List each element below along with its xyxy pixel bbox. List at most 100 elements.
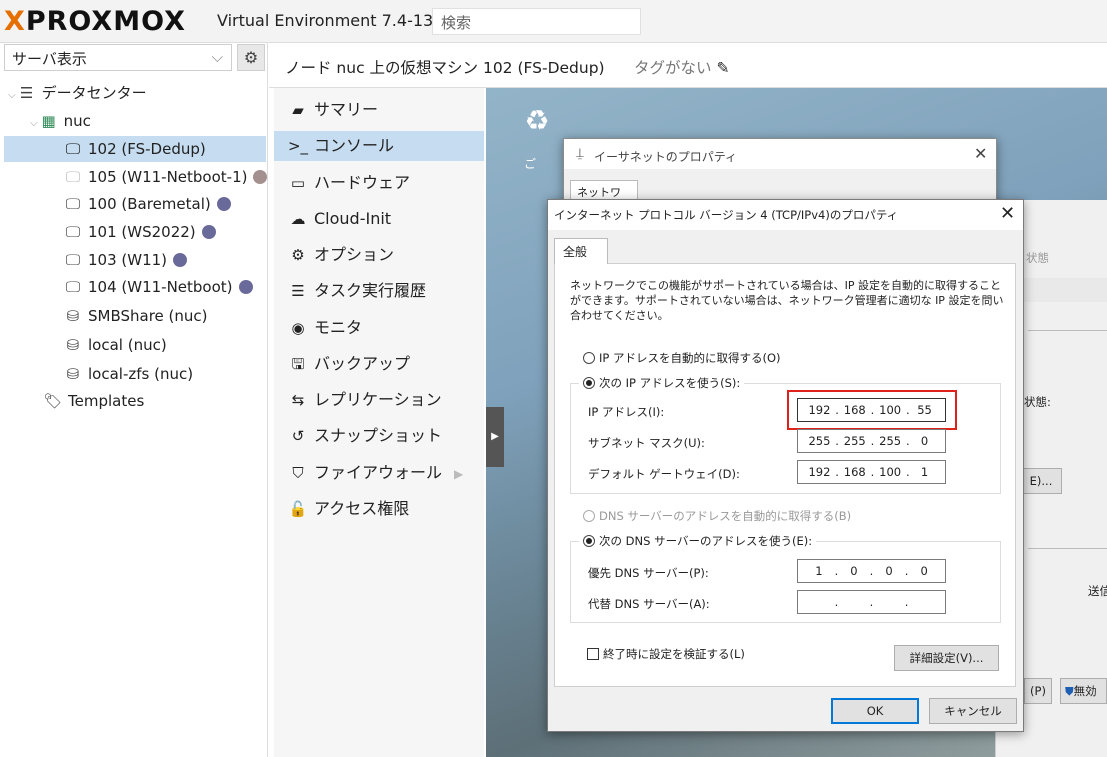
advanced-button[interactable]: 詳細設定(V)... (894, 645, 999, 671)
menu-item-task-history[interactable]: ☰ タスク実行履歴 (274, 276, 484, 306)
vm-stopped-icon: 🖵 (65, 223, 81, 241)
tag-dot (238, 280, 253, 294)
storage-icon: ⛁ (66, 365, 80, 383)
proxmox-logo: XPROXMOX (4, 6, 186, 37)
desktop-icon-label: ご (524, 157, 537, 171)
tags-icon: 🏷 (43, 392, 63, 410)
menu-item-summary[interactable]: ▰ サマリー (274, 95, 484, 125)
preferred-dns-field[interactable]: 1.0.0.0 (797, 559, 946, 583)
vm-stopped-icon: 🖵 (65, 195, 81, 213)
tree-item-vm-103[interactable]: 🖵 103 (W11) (62, 247, 266, 273)
radio-auto-ip[interactable]: IP アドレスを自動的に取得する(O) (583, 350, 781, 366)
tree-item-templates[interactable]: 🏷 Templates (42, 388, 266, 414)
history-icon: ↺ (291, 427, 305, 445)
tree-item-storage-local-zfs[interactable]: ⛁ local-zfs (nuc) (62, 361, 266, 387)
ip-address-label: IP アドレス(I): (588, 405, 665, 419)
tree-item-datacenter[interactable]: ⌵ ☰ データセンター (8, 80, 266, 106)
chevron-down-icon: ⌵ (211, 48, 223, 66)
disable-button[interactable]: ⛊無効 (1060, 678, 1107, 704)
subnet-mask-field[interactable]: 255. 255. 255. 0 (797, 429, 946, 453)
vm-stopped-icon: 🖵 (65, 278, 81, 296)
status-label: 状態 (1026, 251, 1049, 265)
details-button[interactable]: E)... (1020, 468, 1062, 494)
menu-item-snapshots[interactable]: ↺ スナップショット (274, 421, 484, 451)
ethernet-window-title: イーサネットのプロパティ (594, 150, 738, 164)
menu-item-cloud-init[interactable]: ☁ Cloud-Init (274, 204, 484, 234)
status-label: 状態: (1024, 395, 1051, 409)
terminal-icon: >_ (287, 137, 309, 155)
search-input[interactable]: 検索 (432, 8, 641, 35)
node-online-icon: ▦ (41, 112, 56, 130)
divider (1028, 330, 1107, 331)
gateway-field[interactable]: 192. 168. 100. 1 (797, 460, 946, 484)
menu-item-monitor[interactable]: ◉ モニタ (274, 313, 484, 343)
network-adapter-icon: ⍊ (576, 146, 584, 161)
close-icon[interactable]: ✕ (974, 144, 987, 163)
cloud-icon: ☁ (290, 210, 306, 228)
radio-manual-ip[interactable]: 次の IP アドレスを使う(S): (579, 375, 745, 391)
menu-item-console[interactable]: >_ コンソール (274, 131, 484, 161)
intro-text: ネットワークでこの機能がサポートされている場合は、IP 設定を自動的に取得するこ… (570, 279, 1004, 322)
gear-icon: ⚙ (291, 246, 305, 264)
retweet-icon: ⇆ (291, 391, 305, 409)
vm-running-icon: 🖵 (65, 140, 81, 158)
menu-item-hardware[interactable]: ▭ ハードウェア (274, 168, 484, 198)
pencil-icon[interactable]: ✎ (712, 59, 729, 77)
shield-icon: ⛉ (292, 464, 304, 482)
subnet-mask-label: サブネット マスク(U): (588, 436, 705, 450)
recycle-bin-icon[interactable]: ♻ (517, 104, 557, 150)
tags-field[interactable]: タグがない ✎ (634, 56, 729, 78)
tree-item-storage-smbshare[interactable]: ⛁ SMBShare (nuc) (62, 303, 266, 329)
ok-button[interactable]: OK (831, 698, 919, 724)
menu-item-firewall[interactable]: ⛉ ファイアウォール ▶ (274, 458, 484, 488)
tree-item-vm-102[interactable]: 🖵 102 (FS-Dedup) (4, 136, 266, 162)
menu-item-replication[interactable]: ⇆ レプリケーション (274, 385, 484, 415)
view-select[interactable]: サーバ表示 ⌵ (4, 44, 232, 71)
alternate-dns-label: 代替 DNS サーバー(A): (588, 597, 710, 611)
radio-manual-dns[interactable]: 次の DNS サーバーのアドレスを使う(E): (579, 533, 817, 549)
tag-dot (216, 197, 231, 211)
tag-dot (173, 253, 188, 267)
tree-item-node-nuc[interactable]: ⌵ ▦ nuc (30, 108, 266, 134)
tab-general[interactable]: 全般 (554, 238, 608, 264)
chevron-right-icon: ▶ (454, 467, 464, 481)
status-bar-behind (1024, 278, 1107, 302)
highlight-box (787, 390, 957, 430)
radio-auto-dns: DNS サーバーのアドレスを自動的に取得する(B) (583, 508, 851, 524)
alternate-dns-field[interactable]: ... (797, 590, 946, 614)
tree-item-vm-100[interactable]: 🖵 100 (Baremetal) (62, 191, 266, 217)
tree-item-vm-101[interactable]: 🖵 101 (WS2022) (62, 219, 266, 245)
gear-icon[interactable]: ⚙ (237, 44, 265, 71)
console-sidebar-toggle[interactable]: ▶ (486, 407, 504, 467)
desktop-icon: ▭ (290, 174, 306, 192)
preferred-dns-label: 優先 DNS サーバー(P): (588, 566, 709, 580)
cancel-button[interactable]: キャンセル (929, 698, 1017, 724)
tree-item-vm-104[interactable]: 🖵 104 (W11-Netboot) (62, 274, 266, 300)
uac-shield-icon: ⛊ (1065, 684, 1074, 698)
version-label: Virtual Environment 7.4-13 (217, 11, 434, 30)
divider (1028, 548, 1107, 549)
book-icon: ▰ (292, 101, 304, 119)
tree-item-vm-105[interactable]: 🖵 105 (W11-Netboot-1) (62, 164, 268, 190)
gateway-label: デフォルト ゲートウェイ(D): (588, 467, 740, 481)
menu-item-options[interactable]: ⚙ オプション (274, 240, 484, 270)
sent-label: 送信 (1088, 584, 1107, 598)
menu-item-permissions[interactable]: 🔓 アクセス権限 (274, 494, 484, 524)
tree-item-storage-local[interactable]: ⛁ local (nuc) (62, 332, 266, 358)
floppy-icon: 🖫 (291, 355, 305, 373)
close-icon[interactable]: ✕ (1000, 203, 1015, 224)
storage-icon: ⛁ (66, 307, 80, 325)
dialog-title: インターネット プロトコル バージョン 4 (TCP/IPv4)のプロパティ (554, 208, 899, 222)
unlock-icon: 🔓 (288, 500, 308, 518)
validate-on-exit-checkbox[interactable]: 終了時に設定を検証する(L) (587, 646, 745, 662)
vm-stopped-icon: 🖵 (65, 168, 81, 186)
storage-icon: ⛁ (66, 336, 80, 354)
menu-item-backup[interactable]: 🖫 バックアップ (274, 349, 484, 379)
vm-stopped-icon: 🖵 (65, 251, 81, 269)
properties-button[interactable]: (P) (1024, 678, 1052, 704)
page-title: ノード nuc 上の仮想マシン 102 (FS-Dedup) (285, 59, 605, 77)
list-icon: ☰ (291, 282, 305, 300)
tag-dot (253, 170, 268, 184)
eye-icon: ◉ (291, 319, 305, 337)
server-rack-icon: ☰ (19, 84, 34, 102)
